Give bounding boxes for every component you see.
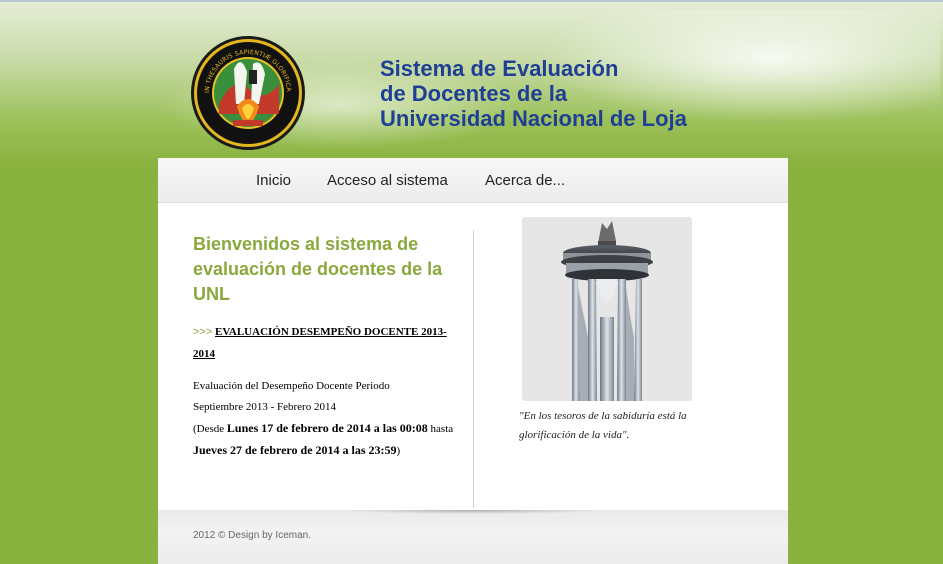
main-container: Inicio Acceso al sistema Acerca de... Bi… bbox=[158, 158, 788, 564]
sidebar-quote: "En los tesoros de la sabiduría está la … bbox=[519, 410, 687, 441]
university-tower-image bbox=[522, 217, 692, 401]
top-border bbox=[0, 0, 943, 2]
evaluation-link[interactable]: EVALUACIÓN DESEMPEÑO DOCENTE 2013-2014 bbox=[193, 326, 447, 360]
footer-shadow bbox=[338, 510, 608, 514]
nav-item-acerca-de[interactable]: Acerca de... bbox=[485, 172, 565, 189]
evaluation-period-info: Evaluación del Desempeño Docente Periodo… bbox=[193, 376, 463, 462]
nav-item-inicio[interactable]: Inicio bbox=[256, 172, 291, 189]
period-line-2: Septiembre 2013 - Febrero 2014 bbox=[193, 401, 336, 413]
column-divider bbox=[473, 230, 474, 508]
nav-item-acceso-al-sistema[interactable]: Acceso al sistema bbox=[327, 172, 448, 189]
evaluation-link-row: >>> EVALUACIÓN DESEMPEÑO DOCENTE 2013-20… bbox=[193, 321, 463, 365]
period-end-date: Jueves 27 de febrero de 2014 a las 23:59 bbox=[193, 443, 397, 457]
period-from-prefix: (Desde bbox=[193, 423, 227, 435]
site-title-line-1: Sistema de Evaluación bbox=[380, 56, 619, 81]
period-dates: (Desde Lunes 17 de febrero de 2014 a las… bbox=[193, 418, 463, 462]
site-title: Sistema de Evaluación de Docentes de la … bbox=[380, 56, 760, 131]
main-nav: Inicio Acceso al sistema Acerca de... bbox=[158, 158, 788, 203]
footer: 2012 © Design by Iceman. bbox=[158, 510, 788, 564]
welcome-heading: Bienvenidos al sistema de evaluación de … bbox=[193, 234, 443, 304]
period-line-1: Evaluación del Desempeño Docente Periodo bbox=[193, 380, 390, 392]
unl-seal-logo: IN THESAURIS SAPIENTIÆ GLORIFICATIO VITÆ bbox=[186, 29, 307, 152]
footer-text: 2012 © Design by Iceman. bbox=[193, 530, 311, 541]
period-mid: hasta bbox=[427, 423, 454, 435]
site-title-line-3: Universidad Nacional de Loja bbox=[380, 106, 687, 131]
period-end: ) bbox=[396, 445, 401, 457]
period-start-date: Lunes 17 de febrero de 2014 a las 00:08 bbox=[226, 421, 428, 435]
site-title-line-2: de Docentes de la bbox=[380, 81, 568, 106]
link-arrows: >>> bbox=[193, 326, 213, 338]
